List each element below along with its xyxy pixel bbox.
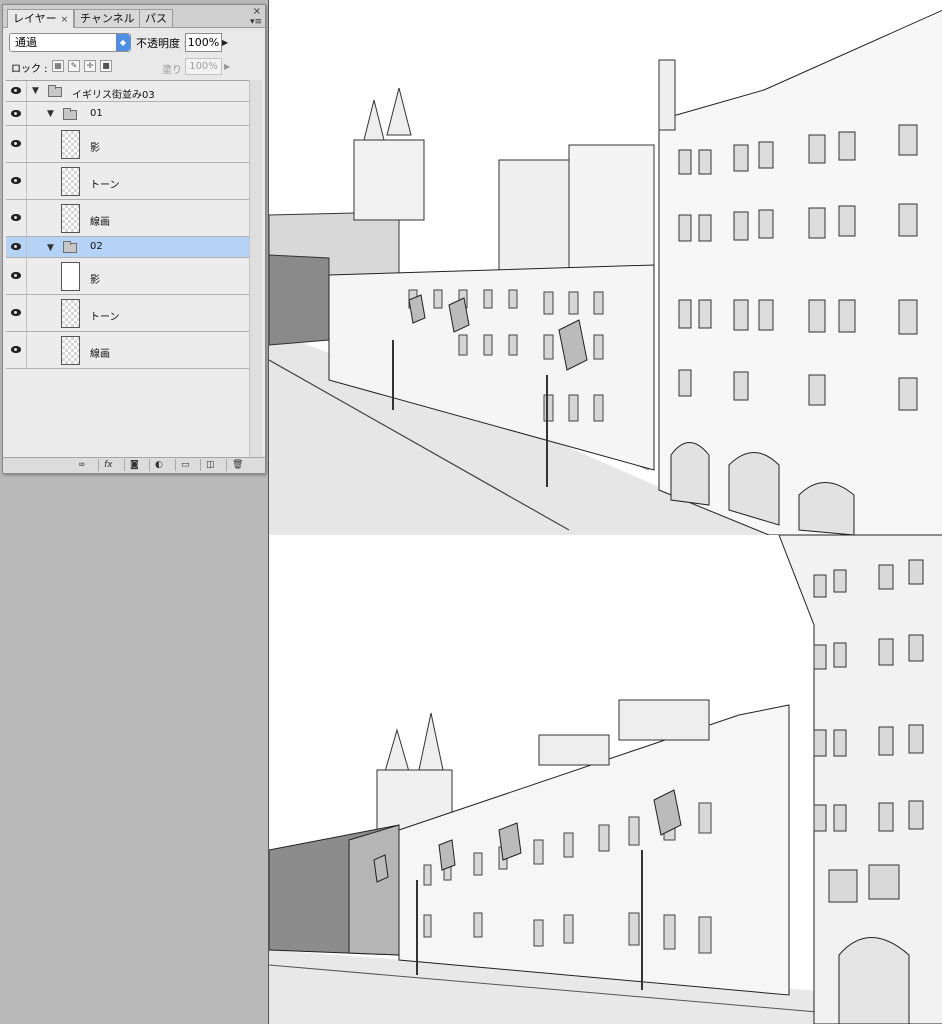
- layer-thumbnail: [61, 167, 80, 196]
- layer-name: 線画: [90, 217, 110, 228]
- layer-row[interactable]: 線画: [6, 200, 253, 237]
- layer-name: イギリス街並み03: [72, 90, 155, 101]
- blend-mode-select[interactable]: 通過 ◆: [9, 33, 131, 52]
- layer-row[interactable]: 線画: [6, 332, 253, 369]
- layer-row-group[interactable]: ▼ イギリス街並み03: [6, 81, 253, 102]
- visibility-eye-icon[interactable]: [6, 102, 27, 125]
- layer-name: 線画: [90, 349, 110, 360]
- folder-icon: [48, 85, 62, 97]
- layer-row[interactable]: トーン: [6, 295, 253, 332]
- panel-close-icon[interactable]: ×: [253, 6, 261, 17]
- layers-scrollbar[interactable]: [249, 80, 262, 460]
- opacity-slider-arrow-icon[interactable]: ▶: [222, 33, 233, 52]
- fx-icon[interactable]: fx: [98, 459, 113, 471]
- tab-layers-label: レイヤー: [13, 12, 57, 25]
- visibility-eye-icon[interactable]: [6, 237, 27, 257]
- lock-position-icon[interactable]: ✛: [84, 60, 96, 72]
- visibility-eye-icon[interactable]: [6, 126, 27, 162]
- new-group-icon[interactable]: ▭: [175, 459, 190, 471]
- visibility-eye-icon[interactable]: [6, 163, 27, 199]
- layer-name: 影: [90, 275, 100, 286]
- layer-name: 影: [90, 143, 100, 154]
- document-canvas[interactable]: [268, 0, 942, 1024]
- mask-icon[interactable]: ◙: [124, 459, 139, 471]
- link-icon[interactable]: ∞: [73, 459, 86, 471]
- adjustment-icon[interactable]: ◐: [149, 459, 163, 471]
- disclosure-triangle-icon[interactable]: ▼: [47, 109, 54, 119]
- layer-name: 01: [90, 108, 103, 119]
- lock-transparency-icon[interactable]: ▦: [52, 60, 64, 72]
- layer-name: トーン: [90, 180, 120, 191]
- opacity-input[interactable]: 100%: [185, 33, 222, 52]
- tab-close-icon[interactable]: ×: [61, 15, 69, 25]
- folder-icon: [63, 108, 77, 120]
- fill-input[interactable]: 100%: [185, 58, 222, 75]
- blend-mode-value: 通過: [15, 36, 37, 49]
- layer-thumbnail: [61, 130, 80, 159]
- layer-name: 02: [90, 241, 103, 252]
- layer-row-group-selected[interactable]: ▼ 02: [6, 237, 253, 258]
- layer-name: トーン: [90, 312, 120, 323]
- visibility-eye-icon[interactable]: [6, 81, 27, 101]
- folder-icon: [63, 241, 77, 253]
- fill-slider-arrow-icon[interactable]: ▶: [224, 58, 230, 76]
- panel-bottom-bar: ∞ fx ◙ ◐ ▭ ◫ 🗑: [3, 457, 265, 473]
- lock-label: ロック :: [11, 64, 48, 75]
- trash-icon[interactable]: 🗑: [226, 459, 243, 471]
- street-illustration-bottom: [269, 535, 942, 1024]
- opacity-label: 不透明度 :: [136, 37, 188, 50]
- lock-all-icon[interactable]: ■: [100, 60, 112, 72]
- disclosure-triangle-icon[interactable]: ▼: [32, 86, 39, 96]
- layer-row-group[interactable]: ▼ 01: [6, 102, 253, 126]
- visibility-eye-icon[interactable]: [6, 200, 27, 236]
- layer-thumbnail: [61, 299, 80, 328]
- visibility-eye-icon[interactable]: [6, 332, 27, 368]
- layer-thumbnail: [61, 262, 80, 291]
- layers-list: ▼ イギリス街並み03 ▼ 01 影 トーン 線画 ▼ 02 影 トーン 線画: [6, 80, 253, 461]
- panel-menu-icon[interactable]: ▾≡: [250, 17, 262, 27]
- layer-thumbnail: [61, 204, 80, 233]
- tab-channels[interactable]: チャンネル: [74, 9, 141, 27]
- tab-paths[interactable]: パス: [139, 9, 173, 27]
- layer-row[interactable]: 影: [6, 258, 253, 295]
- lock-pixels-icon[interactable]: ✎: [68, 60, 80, 72]
- street-illustration-top: [269, 0, 942, 535]
- disclosure-triangle-icon[interactable]: ▼: [47, 243, 54, 253]
- layer-row[interactable]: トーン: [6, 163, 253, 200]
- layer-thumbnail: [61, 336, 80, 365]
- visibility-eye-icon[interactable]: [6, 295, 27, 331]
- lock-fill-row: ロック : ▦ ✎ ✛ ■ 塗り : 100% ▶: [6, 57, 262, 77]
- blend-opacity-row: 通過 ◆ 不透明度 : 100% ▶: [6, 32, 262, 54]
- new-layer-icon[interactable]: ◫: [200, 459, 215, 471]
- select-arrows-icon[interactable]: ◆: [116, 34, 130, 51]
- tab-layers[interactable]: レイヤー ×: [7, 9, 75, 28]
- panel-tab-bar: レイヤー × チャンネル パス × ▾≡: [3, 5, 265, 28]
- visibility-eye-icon[interactable]: [6, 258, 27, 294]
- layers-panel: レイヤー × チャンネル パス × ▾≡ 通過 ◆ 不透明度 : 100% ▶ ロ…: [2, 4, 266, 474]
- layer-row[interactable]: 影: [6, 126, 253, 163]
